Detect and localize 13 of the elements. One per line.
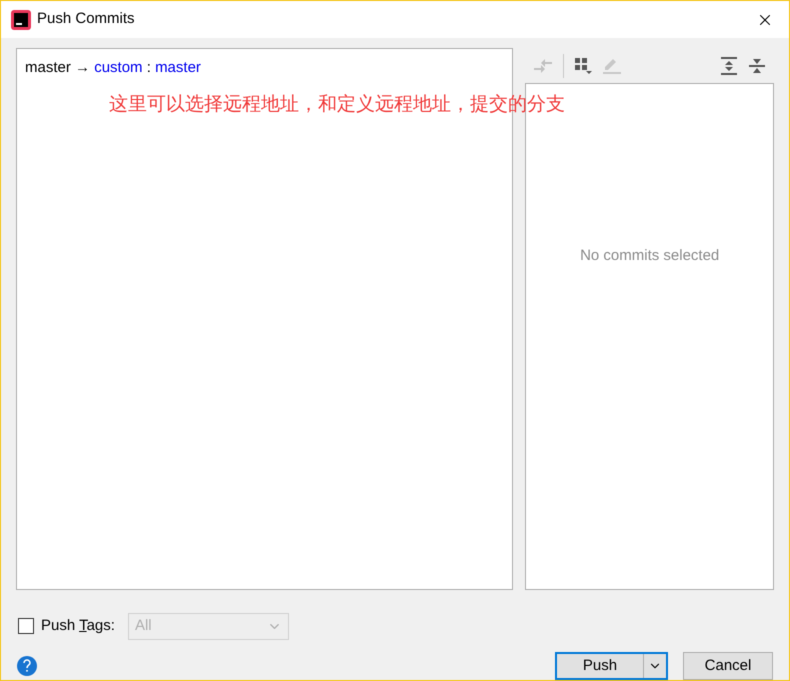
collapse-all-icon[interactable] (748, 56, 766, 74)
expand-all-icon[interactable] (720, 56, 738, 74)
cancel-button[interactable]: Cancel (683, 652, 773, 680)
push-tags-label: Push Tags: (41, 616, 115, 636)
app-logo-icon (11, 10, 31, 30)
empty-state-text: No commits selected (580, 246, 720, 266)
push-split-button[interactable]: Push (555, 652, 668, 680)
grid-dropdown-icon[interactable] (574, 56, 592, 74)
help-icon[interactable] (17, 656, 37, 676)
window-title: Push Commits (37, 9, 135, 30)
push-tags-checkbox[interactable] (18, 618, 34, 634)
push-target[interactable]: master → custom : master (25, 57, 504, 80)
annotation-text: 这里可以选择远程地址，和定义远程地址，提交的分支 (109, 93, 565, 117)
